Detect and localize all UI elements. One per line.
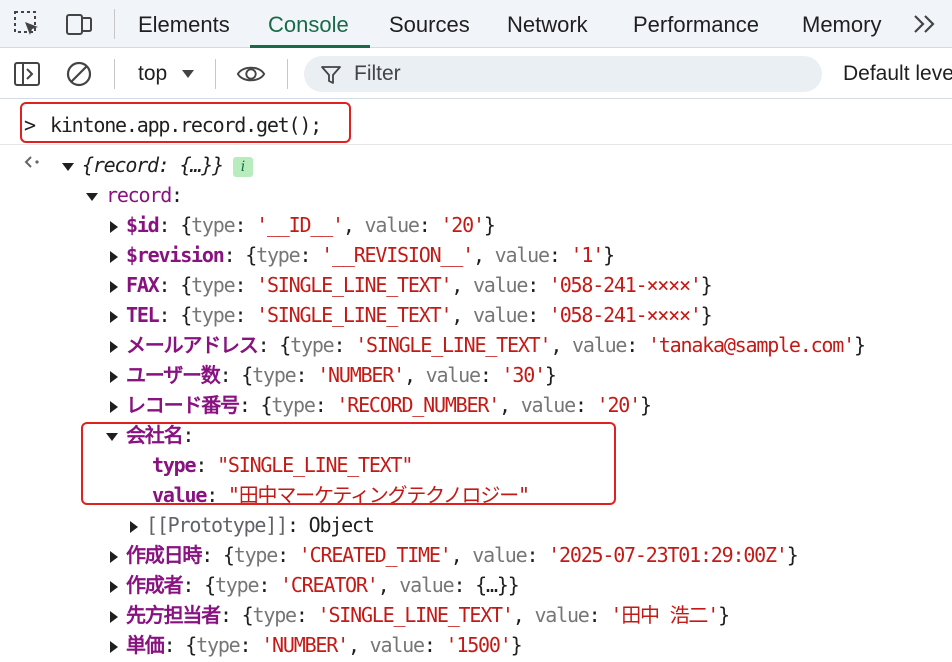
expand-arrow-icon[interactable]	[110, 550, 118, 563]
tab-divider	[114, 9, 115, 39]
clear-console-icon[interactable]	[64, 59, 94, 89]
field-row[interactable]: 先方担当者: {type: 'SINGLE_LINE_TEXT', value:…	[110, 600, 730, 630]
filter-icon	[321, 66, 341, 84]
device-toolbar-icon[interactable]	[64, 9, 94, 39]
toolbar-divider	[215, 59, 216, 89]
console-output: > kintone.app.record.get(); {record: {…}…	[0, 100, 952, 662]
inspect-element-icon[interactable]	[12, 9, 42, 39]
tab-sources[interactable]: Sources	[389, 0, 470, 48]
field-row[interactable]: $id: {type: '__ID__', value: '20'}	[110, 210, 496, 240]
expand-arrow-icon[interactable]	[110, 370, 118, 383]
filter-input[interactable]	[354, 56, 754, 92]
field-row[interactable]: $revision: {type: '__REVISION__', value:…	[110, 240, 615, 270]
record-key: record	[106, 183, 172, 207]
result-root[interactable]: {record: {…}} i	[62, 150, 253, 180]
devtools-tab-bar: Elements Console Sources Network Perform…	[0, 0, 952, 48]
field-row[interactable]: 作成日時: {type: 'CREATED_TIME', value: '202…	[110, 540, 799, 570]
field-row[interactable]: TEL: {type: 'SINGLE_LINE_TEXT', value: '…	[110, 300, 713, 330]
highlight-box-command	[20, 102, 351, 143]
tab-elements[interactable]: Elements	[138, 0, 230, 48]
tab-network[interactable]: Network	[507, 0, 588, 48]
expand-arrow-icon[interactable]	[110, 280, 118, 293]
field-row[interactable]: ユーザー数: {type: 'NUMBER', value: '30'}	[110, 360, 557, 390]
more-tabs-icon[interactable]	[910, 12, 940, 36]
expand-arrow-icon[interactable]	[62, 162, 74, 171]
return-arrow-icon	[24, 156, 39, 168]
sidebar-toggle-icon[interactable]	[12, 59, 42, 89]
expand-arrow-icon[interactable]	[130, 520, 138, 533]
tab-memory[interactable]: Memory	[802, 0, 881, 48]
tab-performance[interactable]: Performance	[633, 0, 759, 48]
input-divider	[0, 144, 952, 145]
chevron-down-icon[interactable]	[181, 69, 195, 79]
toolbar-divider	[287, 59, 288, 89]
expand-arrow-icon[interactable]	[86, 192, 98, 201]
active-tab-indicator	[250, 45, 370, 48]
prototype-row[interactable]: [[Prototype]]: Object	[130, 510, 375, 540]
log-levels-dropdown[interactable]: Default levels	[843, 49, 952, 99]
context-selector[interactable]: top	[138, 49, 167, 99]
expand-arrow-icon[interactable]	[110, 400, 118, 413]
record-node[interactable]: record:	[86, 180, 183, 210]
toolbar-divider	[114, 59, 115, 89]
expand-arrow-icon[interactable]	[110, 250, 118, 263]
expand-arrow-icon[interactable]	[110, 640, 118, 653]
console-toolbar: top Default levels	[0, 49, 952, 99]
info-icon[interactable]: i	[232, 156, 253, 177]
filter-box[interactable]	[304, 56, 822, 92]
live-expression-eye-icon[interactable]	[236, 59, 266, 89]
field-row[interactable]: 単価: {type: 'NUMBER', value: '1500'}	[110, 630, 523, 660]
highlight-box-company	[81, 422, 616, 505]
field-row[interactable]: FAX: {type: 'SINGLE_LINE_TEXT', value: '…	[110, 270, 713, 300]
field-row[interactable]: レコード番号: {type: 'RECORD_NUMBER', value: '…	[110, 390, 652, 420]
expand-arrow-icon[interactable]	[110, 340, 118, 353]
field-row[interactable]: 作成者: {type: 'CREATOR', value: {…}}	[110, 570, 520, 600]
tab-console[interactable]: Console	[268, 0, 349, 48]
root-summary: {record: {…}}	[82, 153, 224, 177]
expand-arrow-icon[interactable]	[110, 580, 118, 593]
expand-arrow-icon[interactable]	[110, 310, 118, 323]
expand-arrow-icon[interactable]	[110, 220, 118, 233]
field-row[interactable]: メールアドレス: {type: 'SINGLE_LINE_TEXT', valu…	[110, 330, 866, 360]
expand-arrow-icon[interactable]	[110, 610, 118, 623]
